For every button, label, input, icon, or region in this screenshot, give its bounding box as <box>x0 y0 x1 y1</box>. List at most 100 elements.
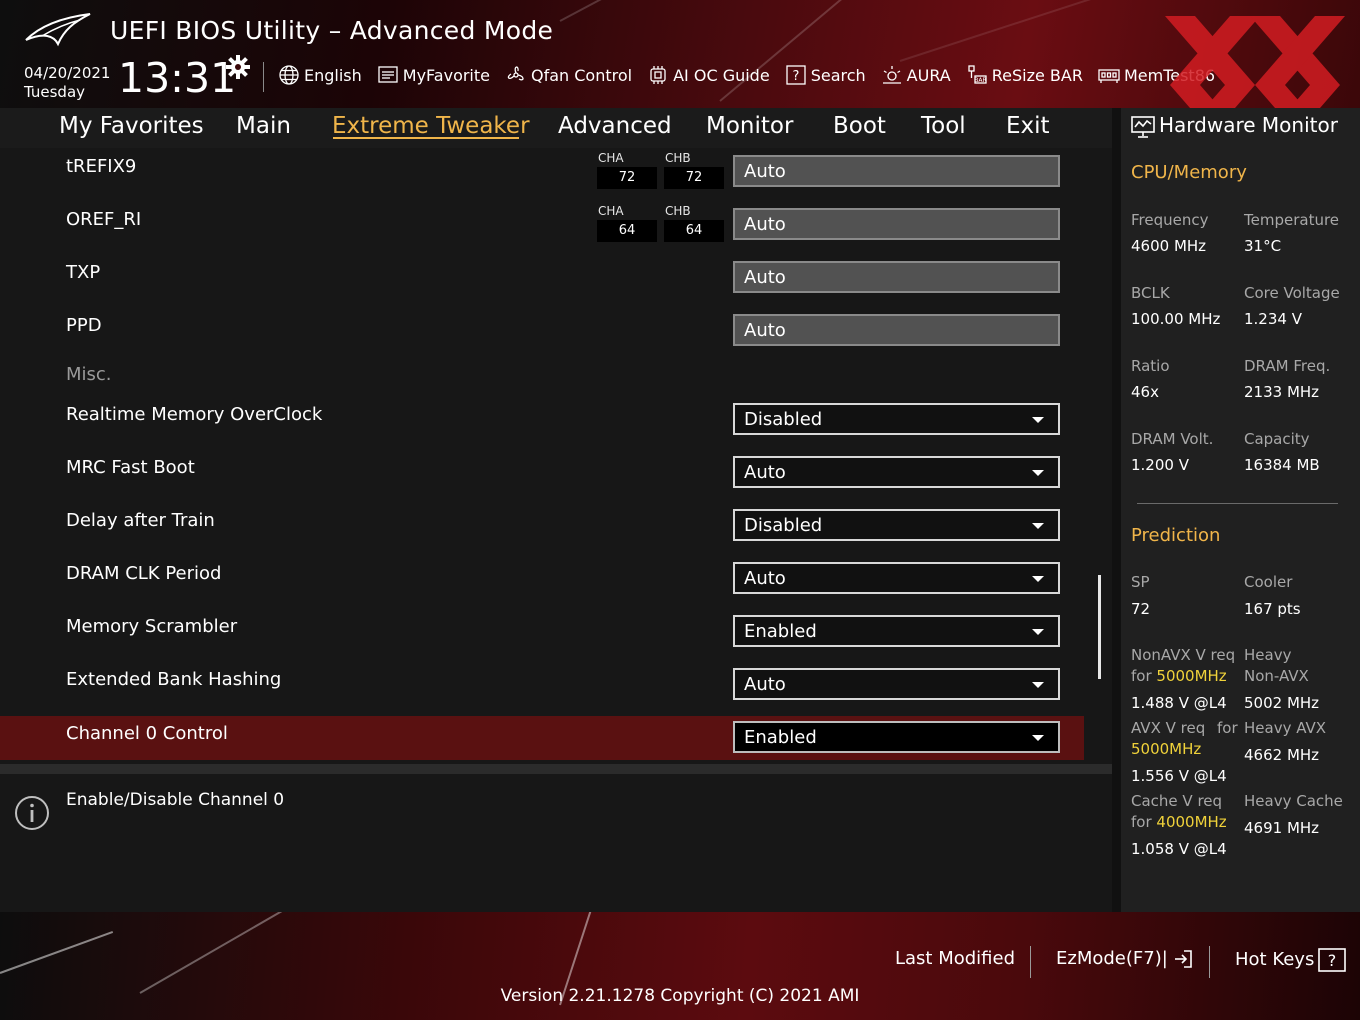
settings-scrollbar[interactable] <box>1098 575 1101 679</box>
setting-row-trefix9[interactable]: tREFIX9 CHA 72 CHB 72 Auto <box>0 148 1084 192</box>
hw-section-divider <box>1137 503 1338 504</box>
channel-b-label: CHB <box>665 151 691 165</box>
app-title: UEFI BIOS Utility – Advanced Mode <box>110 16 554 45</box>
core-voltage-value: 1.234 V <box>1244 310 1302 328</box>
dropdown-value: Enabled <box>744 727 817 748</box>
svg-text:BAR: BAR <box>974 77 986 84</box>
value-dropdown[interactable]: Auto <box>733 456 1060 488</box>
cooler-label: Cooler <box>1244 573 1293 591</box>
oc-guide-icon <box>650 66 666 84</box>
value-text: Auto <box>744 161 786 182</box>
last-modified-button[interactable]: Last Modified <box>895 948 1015 969</box>
qfan-control-label: Qfan Control <box>531 65 633 85</box>
language-label: English <box>304 65 362 85</box>
value-dropdown[interactable]: Auto <box>733 668 1060 700</box>
hardware-monitor-title: Hardware Monitor <box>1159 113 1338 137</box>
tab-boot[interactable]: Boot <box>833 113 886 139</box>
hot-keys-button[interactable]: Hot Keys? <box>1235 948 1347 972</box>
setting-label: Extended Bank Hashing <box>66 669 282 690</box>
tab-main[interactable]: Main <box>236 113 291 139</box>
toolbar: English MyFavorite Qfan Control AI OC Gu… <box>278 62 1230 88</box>
tab-exit[interactable]: Exit <box>1006 113 1050 139</box>
tab-advanced[interactable]: Advanced <box>558 113 672 139</box>
heavy-avx-label: Heavy AVX <box>1244 719 1327 737</box>
gear-icon[interactable] <box>226 55 250 79</box>
memtest86-button[interactable]: MemTest86 <box>1098 62 1215 88</box>
setting-row-delay-after-train[interactable]: Delay after Train Disabled <box>0 502 1084 546</box>
search-button[interactable]: ? Search <box>785 62 866 88</box>
ai-oc-guide-label: AI OC Guide <box>673 65 770 85</box>
setting-row-extended-bank-hashing[interactable]: Extended Bank Hashing Auto <box>0 661 1084 705</box>
footer-decor-streak <box>139 912 349 994</box>
header-divider <box>263 62 264 92</box>
setting-row-txp[interactable]: TXP Auto <box>0 254 1084 298</box>
setting-row-oref-ri[interactable]: OREF_RI CHA 64 CHB 64 Auto <box>0 201 1084 245</box>
tab-extreme-tweaker[interactable]: Extreme Tweaker <box>332 113 530 139</box>
qfan-control-button[interactable]: Qfan Control <box>505 62 632 88</box>
chevron-down-icon <box>1032 735 1044 741</box>
setting-label: Channel 0 Control <box>66 723 228 744</box>
dram-volt-label: DRAM Volt. <box>1131 430 1214 448</box>
dropdown-value: Auto <box>744 462 786 483</box>
exit-arrow-icon <box>1174 950 1192 968</box>
resize-bar-button[interactable]: BAR ReSize BAR <box>966 62 1083 88</box>
value-dropdown[interactable]: Auto <box>733 562 1060 594</box>
date-text: 04/20/2021 <box>24 64 111 82</box>
settings-list: tREFIX9 CHA 72 CHB 72 Auto OREF_RI CHA 6… <box>0 148 1112 764</box>
setting-row-dram-clk-period[interactable]: DRAM CLK Period Auto <box>0 555 1084 599</box>
setting-row-memory-scrambler[interactable]: Memory Scrambler Enabled <box>0 608 1084 652</box>
value-dropdown[interactable]: Enabled <box>733 721 1060 753</box>
heavy-cache-value: 4691 MHz <box>1244 819 1320 837</box>
monitor-icon <box>1131 116 1155 138</box>
value-dropdown[interactable]: Enabled <box>733 615 1060 647</box>
capacity-label: Capacity <box>1244 430 1310 448</box>
channel-b-label: CHB <box>665 204 691 218</box>
temperature-value: 31°C <box>1244 237 1282 255</box>
channel-b-readout: CHB 72 <box>664 151 724 189</box>
value-dropdown[interactable]: Disabled <box>733 403 1060 435</box>
dropdown-value: Disabled <box>744 515 823 536</box>
footer-bar: Last Modified EzMode(F7)| Hot Keys? Vers… <box>0 912 1360 1020</box>
setting-label: OREF_RI <box>66 209 142 230</box>
setting-row-mrc-fast-boot[interactable]: MRC Fast Boot Auto <box>0 449 1084 493</box>
setting-label: DRAM CLK Period <box>66 563 222 584</box>
value-input[interactable]: Auto <box>733 314 1060 346</box>
header-decor-streak <box>559 0 826 22</box>
setting-label: Delay after Train <box>66 510 215 531</box>
help-panel: Enable/Disable Channel 0 <box>0 774 1112 912</box>
day-text: Tuesday <box>24 83 86 101</box>
channel-a-readout: CHA 72 <box>597 151 657 189</box>
channel-a-label: CHA <box>598 204 624 218</box>
setting-row-channel-0-control[interactable]: Channel 0 Control Enabled <box>0 716 1084 760</box>
dropdown-value: Auto <box>744 674 786 695</box>
value-input[interactable]: Auto <box>733 261 1060 293</box>
nonavx-for-row: for 5000MHz <box>1131 667 1227 685</box>
sp-value: 72 <box>1131 600 1151 618</box>
value-dropdown[interactable]: Disabled <box>733 509 1060 541</box>
bclk-label: BCLK <box>1131 284 1170 302</box>
dropdown-value: Disabled <box>744 409 823 430</box>
nonavx-vreq-label: NonAVX V req <box>1131 646 1236 664</box>
myfavorite-button[interactable]: MyFavorite <box>377 62 490 88</box>
value-input[interactable]: Auto <box>733 208 1060 240</box>
tab-my-favorites[interactable]: My Favorites <box>59 113 204 139</box>
ratio-value: 46x <box>1131 383 1159 401</box>
chevron-down-icon <box>1032 470 1044 476</box>
channel-b-value: 72 <box>664 167 724 189</box>
setting-row-realtime-memory-overclock[interactable]: Realtime Memory OverClock Disabled <box>0 396 1084 440</box>
ai-oc-guide-button[interactable]: AI OC Guide <box>647 62 770 88</box>
clock-time: 13:31 <box>118 54 237 102</box>
aura-button[interactable]: AURA <box>881 62 951 88</box>
language-button[interactable]: English <box>278 62 362 88</box>
search-label: Search <box>810 65 866 85</box>
setting-row-ppd[interactable]: PPD Auto <box>0 307 1084 351</box>
temperature-label: Temperature <box>1244 211 1340 229</box>
tab-monitor[interactable]: Monitor <box>706 113 793 139</box>
ezmode-button[interactable]: EzMode(F7)| <box>1056 948 1194 970</box>
footer-divider <box>1209 946 1210 978</box>
chevron-down-icon <box>1032 417 1044 423</box>
value-input[interactable]: Auto <box>733 155 1060 187</box>
tab-tool[interactable]: Tool <box>921 113 966 139</box>
prediction-heading: Prediction <box>1131 525 1221 546</box>
dropdown-value: Enabled <box>744 621 817 642</box>
